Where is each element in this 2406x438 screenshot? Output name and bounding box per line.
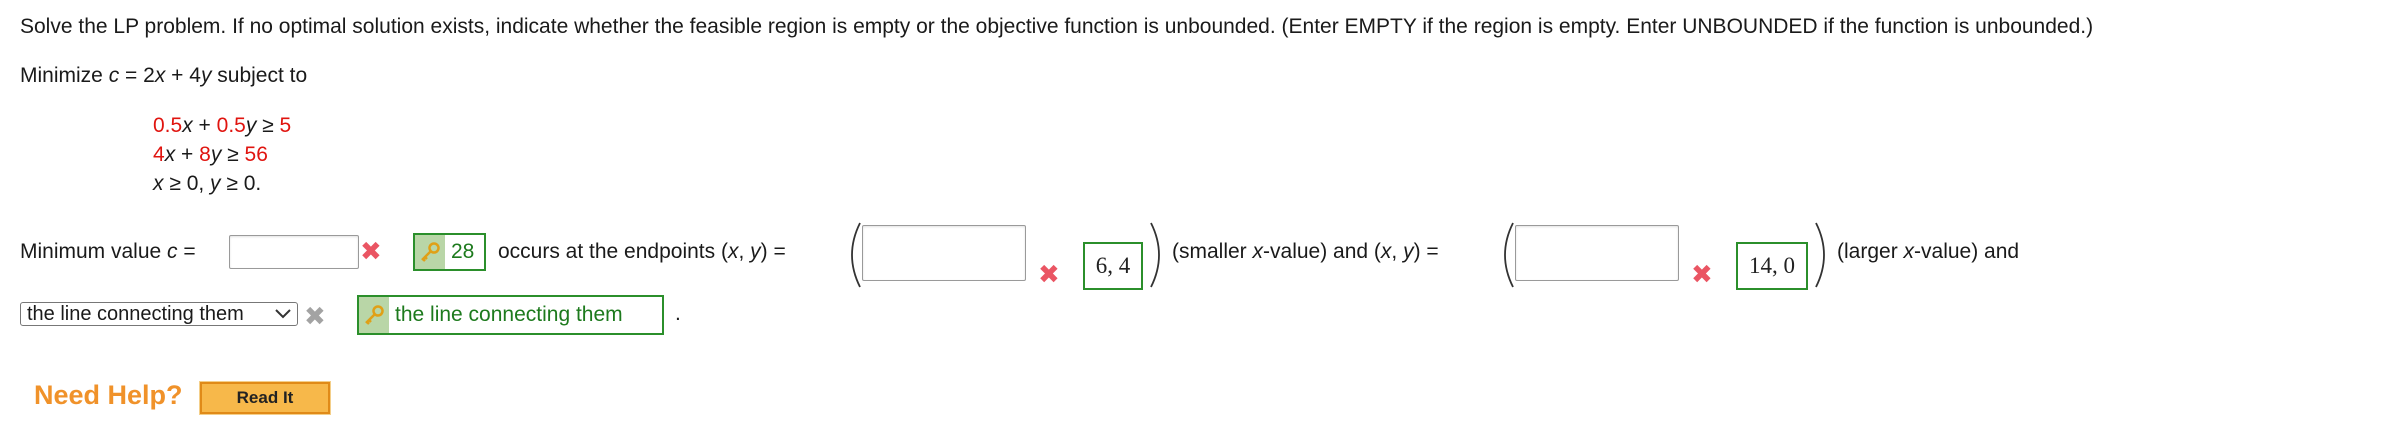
subject-to: subject to xyxy=(211,64,308,87)
min-value-correct-answer: 28 xyxy=(413,233,486,271)
chevron-down-icon xyxy=(275,309,291,319)
nonneg-y: y xyxy=(210,172,221,195)
larger-var: x xyxy=(1903,240,1915,263)
objective-y: y xyxy=(200,64,212,87)
key-icon xyxy=(415,235,445,269)
nonneg-text-2: ≥ 0. xyxy=(220,172,262,195)
constraint-1-plus: + xyxy=(192,114,217,137)
endpoint-1-input[interactable] xyxy=(862,225,1026,281)
region-correct-answer: the line connecting them xyxy=(357,295,664,335)
occurs-x: x xyxy=(727,240,739,263)
endpoint-2-correct-answer: 14, 0 xyxy=(1736,242,1808,290)
smaller-x-label: (smaller x-value) and (x, y) = xyxy=(1172,239,1439,265)
constraint-1-y: y xyxy=(245,114,257,137)
problem-instruction: Solve the LP problem. If no optimal solu… xyxy=(20,15,2094,38)
endpoint-1-correct-answer: 6, 4 xyxy=(1083,242,1143,290)
constraint-1-ge: ≥ xyxy=(256,114,280,137)
constraint-1-x: x xyxy=(182,114,193,137)
need-help-label: Need Help? xyxy=(34,380,183,410)
constraint-2-ge: ≥ xyxy=(221,143,245,166)
constraint-2-x: x xyxy=(164,143,176,166)
and-y: y xyxy=(1403,240,1414,263)
occurs-text: occurs at the endpoints ( xyxy=(498,240,728,263)
objective-statement: Minimize c = 2x + 4y subject to xyxy=(20,63,307,89)
minimum-label-prefix: Minimum value xyxy=(20,240,168,263)
nonneg-x: x xyxy=(153,172,164,195)
larger-text-b: -value) and xyxy=(1914,240,2020,263)
minimum-value-input[interactable] xyxy=(229,235,359,269)
constraint-1-coef-y: 0.5 xyxy=(216,114,246,137)
x-mark-icon: ✖ xyxy=(304,302,326,332)
objective-eq: = 2 xyxy=(119,64,155,87)
minimum-label-eq: = xyxy=(177,240,196,263)
dropdown-selected-value: the line connecting them xyxy=(27,303,244,325)
objective-x: x xyxy=(154,64,166,87)
and-x: x xyxy=(1380,240,1392,263)
and-comma: , xyxy=(1391,240,1404,263)
region-correct-text: the line connecting them xyxy=(395,303,623,326)
larger-x-label: (larger x-value) and xyxy=(1837,239,2019,265)
constraint-1-coef-x: 0.5 xyxy=(153,114,183,137)
constraint-2-coef-y: 8 xyxy=(199,143,211,166)
occurs-comma: , xyxy=(738,240,751,263)
occurs-eq: ) = xyxy=(760,240,786,263)
objective-var: c xyxy=(108,64,120,87)
read-it-button[interactable]: Read It xyxy=(199,381,331,415)
smaller-var: x xyxy=(1252,240,1264,263)
constraint-1: 0.5x + 0.5y ≥ 5 xyxy=(153,113,291,139)
and-eq: ) = xyxy=(1413,240,1439,263)
objective-plus: + 4 xyxy=(165,64,201,87)
constraint-2-plus: + xyxy=(175,143,200,166)
min-value-correct-text: 28 xyxy=(451,240,475,263)
constraint-2-y: y xyxy=(210,143,222,166)
sentence-period: . xyxy=(675,302,681,325)
minimum-value-label: Minimum value c = xyxy=(20,239,196,265)
constraint-1-rhs: 5 xyxy=(279,114,292,137)
constraint-nonneg: x ≥ 0, y ≥ 0. xyxy=(153,171,261,197)
key-icon xyxy=(359,297,389,333)
larger-text-a: (larger xyxy=(1837,240,1904,263)
x-mark-icon: ✖ xyxy=(1691,260,1713,290)
region-type-dropdown[interactable]: the line connecting them xyxy=(20,302,298,326)
nonneg-text-1: ≥ 0, xyxy=(163,172,211,195)
objective-prefix: Minimize xyxy=(20,64,109,87)
constraint-2-coef-x: 4 xyxy=(153,143,165,166)
x-mark-icon: ✖ xyxy=(360,237,382,267)
endpoint-2-input[interactable] xyxy=(1515,225,1679,281)
smaller-text-a: (smaller xyxy=(1172,240,1253,263)
smaller-text-b: -value) and ( xyxy=(1263,240,1381,263)
minimum-label-var: c xyxy=(167,240,178,263)
right-paren-2 xyxy=(1815,222,1825,288)
constraint-2-rhs: 56 xyxy=(244,143,268,166)
occurs-y: y xyxy=(750,240,761,263)
x-mark-icon: ✖ xyxy=(1038,260,1060,290)
occurs-at-label: occurs at the endpoints (x, y) = xyxy=(498,239,786,265)
right-paren-1 xyxy=(1150,222,1160,288)
constraint-2: 4x + 8y ≥ 56 xyxy=(153,142,268,168)
